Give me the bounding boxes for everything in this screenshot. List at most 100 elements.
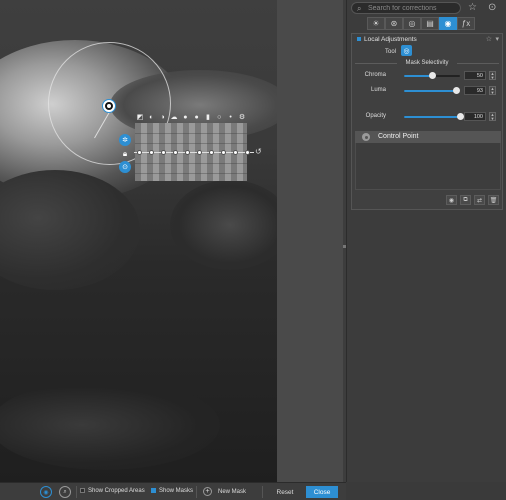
selectivity-handle[interactable] <box>221 150 226 155</box>
trash-icon[interactable]: 🗑︎ <box>488 195 499 205</box>
divider <box>196 486 197 498</box>
swap-icon[interactable]: ⇄ <box>474 195 485 205</box>
chroma-value-field[interactable]: 50 <box>464 71 486 80</box>
duplicate-icon[interactable]: ⧉ <box>460 195 471 205</box>
control-point-list-item[interactable]: Control Point <box>355 131 501 143</box>
plus-icon: + <box>203 487 212 496</box>
new-mask-button[interactable]: + New Mask <box>203 487 246 496</box>
opacity-slider-row: Opacity 100 ▲ ▼ <box>352 112 504 122</box>
palette-menu-icon[interactable]: ▾ <box>495 35 499 43</box>
control-point-tool-button[interactable]: ◎ <box>401 45 412 56</box>
selectivity-channel-icons: ◩ ◐ ◑ ☁ ● ● ▮ ○ • ⚙ <box>135 114 247 122</box>
selectivity-handle[interactable] <box>209 150 214 155</box>
slider-label: Luma <box>370 87 386 93</box>
small-dot-icon[interactable]: • <box>226 114 236 122</box>
slider-fill <box>404 90 457 92</box>
tab-light[interactable]: ☀ <box>367 17 385 30</box>
selectivity-handle[interactable] <box>161 150 166 155</box>
palette-actions: ◉ ⧉ ⇄ 🗑︎ <box>446 195 499 205</box>
selectivity-handle[interactable] <box>185 150 190 155</box>
local-adjustments-icon: ◉ <box>444 19 452 28</box>
mask-visibility-icon[interactable]: ⊙ <box>119 161 131 173</box>
slider-knob[interactable] <box>428 72 436 79</box>
mask-selectivity-header: Mask Selectivity <box>355 60 499 66</box>
dot-icon[interactable]: ● <box>180 114 190 122</box>
selectivity-handle[interactable] <box>137 150 142 155</box>
palette-header[interactable]: Local Adjustments <box>357 36 417 43</box>
search-icon: ⌕ <box>357 4 362 13</box>
chroma-stepper[interactable]: ▲ ▼ <box>489 71 496 80</box>
control-point-mode-icon[interactable]: ◉ <box>40 486 52 498</box>
slider-knob[interactable] <box>456 113 464 120</box>
control-point-center[interactable] <box>103 100 115 112</box>
chroma-slider[interactable] <box>404 72 460 79</box>
selectivity-handle[interactable] <box>149 150 154 155</box>
checkbox-label: Show Cropped Areas <box>88 488 145 494</box>
opacity-value-field[interactable]: 100 <box>464 112 486 121</box>
gear-icon[interactable]: ⚙ <box>237 114 247 122</box>
chroma-slider-row: Chroma 50 ▲ ▼ <box>352 71 504 81</box>
control-point-list <box>355 143 501 190</box>
fx-icon: ƒx <box>461 19 471 28</box>
slider-fill <box>404 116 460 118</box>
cloud-icon[interactable]: ☁ <box>169 114 179 122</box>
toggle-icon[interactable]: ⊙ <box>488 2 496 14</box>
selectivity-handle[interactable] <box>197 150 202 155</box>
checkbox-box[interactable] <box>80 488 85 493</box>
tab-detail[interactable]: ◎ <box>403 17 421 30</box>
canvas-margin <box>277 0 345 482</box>
app-window: ✲ 🔒︎ ⊙ ◩ ◐ ◑ ☁ ● ● ▮ ○ • ⚙ ↺ ⌕ ☆ ⊙ ☀ ⊛ <box>0 0 506 500</box>
panel-footer <box>346 482 506 500</box>
tab-local-adjustments[interactable]: ◉ <box>439 17 457 30</box>
show-mask-icon[interactable]: ◉ <box>446 195 457 205</box>
show-masks-checkbox[interactable]: Show Masks <box>151 488 193 494</box>
zoom-icon[interactable]: ⌕ <box>59 486 71 498</box>
luma-slider[interactable] <box>404 87 460 94</box>
local-adjustments-palette: Local Adjustments ☆ ▾ Tool ◎ Mask Select… <box>351 33 503 210</box>
tab-color[interactable]: ⊛ <box>385 17 403 30</box>
half-circle-icon[interactable]: ◐ <box>146 114 156 122</box>
bottom-toolbar: ◉ ⌕ Show Cropped Areas Show Masks + New M… <box>0 482 346 500</box>
control-point-icon <box>362 133 370 141</box>
detail-icon: ◎ <box>408 19 416 28</box>
slider-label: Chroma <box>364 72 386 78</box>
checkbox-box[interactable] <box>151 488 156 493</box>
checkbox-label: Show Masks <box>159 488 194 494</box>
reset-button[interactable]: Reset <box>268 486 302 498</box>
palette-tabs: ☀ ⊛ ◎ ▤ ◉ ƒx <box>367 17 475 30</box>
contrast-icon[interactable]: ◑ <box>158 114 168 122</box>
slider-label: Opacity <box>365 113 386 119</box>
thermo-icon[interactable]: ▮ <box>203 114 213 122</box>
corrections-panel: ⌕ ☆ ⊙ ☀ ⊛ ◎ ▤ ◉ ƒx Local Adjustments ☆ ▾… <box>346 0 506 500</box>
lock-icon[interactable]: 🔒︎ <box>119 148 131 160</box>
tab-effects[interactable]: ƒx <box>457 17 475 30</box>
tab-film[interactable]: ▤ <box>421 17 439 30</box>
search-input[interactable] <box>368 3 458 13</box>
target-icon: ◎ <box>403 47 410 55</box>
enable-checkbox[interactable] <box>357 37 361 42</box>
selectivity-handle[interactable] <box>173 150 178 155</box>
control-point-settings-icon[interactable]: ✲ <box>119 134 131 146</box>
color-circles-icon: ⊛ <box>390 19 398 28</box>
curve-icon[interactable]: ◩ <box>135 114 145 122</box>
drop-icon[interactable]: ● <box>192 114 202 122</box>
slider-knob[interactable] <box>452 87 460 94</box>
favorite-star-icon[interactable]: ☆ <box>486 35 492 43</box>
search-box[interactable]: ⌕ <box>351 2 461 14</box>
new-mask-label: New Mask <box>218 489 247 495</box>
tool-label: Tool <box>385 49 397 55</box>
divider <box>262 486 263 498</box>
opacity-slider[interactable] <box>404 113 464 120</box>
reset-curve-icon[interactable]: ↺ <box>255 147 262 156</box>
ring-icon[interactable]: ○ <box>214 114 224 122</box>
show-cropped-areas-checkbox[interactable]: Show Cropped Areas <box>80 488 145 494</box>
slider-fill <box>404 75 432 77</box>
luma-value-field[interactable]: 93 <box>464 86 486 95</box>
opacity-stepper[interactable]: ▲ ▼ <box>489 112 496 121</box>
selectivity-handle[interactable] <box>233 150 238 155</box>
luma-stepper[interactable]: ▲ ▼ <box>489 86 496 95</box>
star-icon[interactable]: ☆ <box>468 2 477 14</box>
control-point-label: Control Point <box>378 133 419 140</box>
close-button[interactable]: Close <box>306 486 338 498</box>
selectivity-handle[interactable] <box>245 150 250 155</box>
